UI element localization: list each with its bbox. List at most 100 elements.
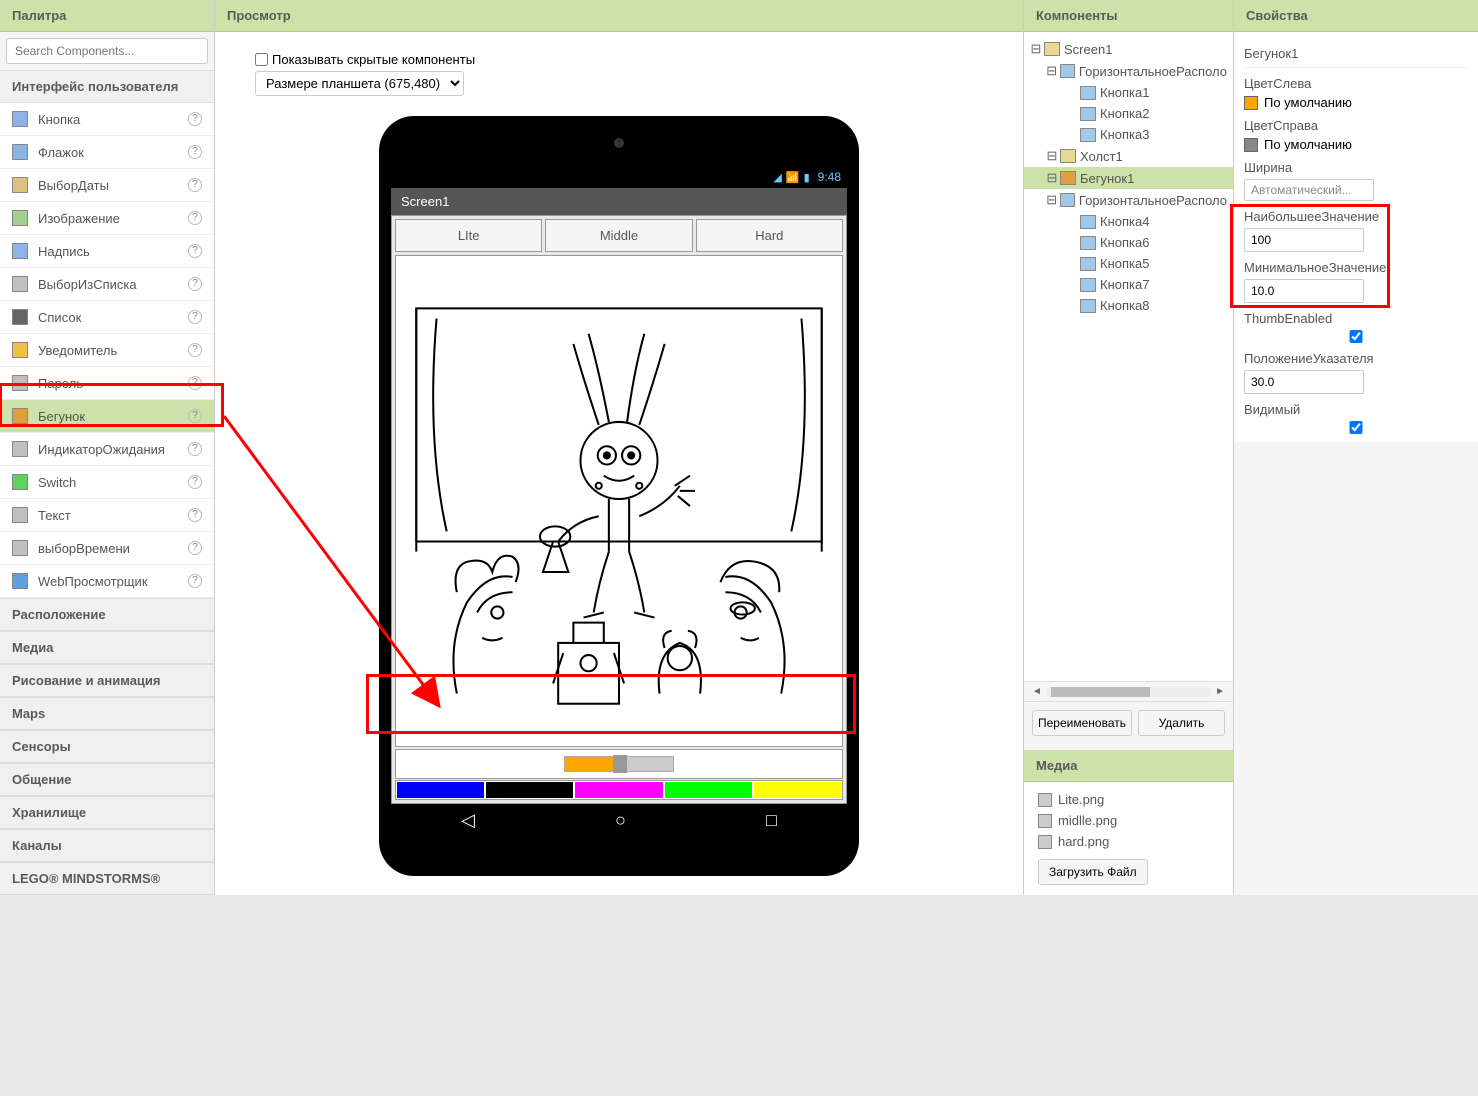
help-icon[interactable]: ? [188,409,202,423]
visible-checkbox[interactable] [1244,421,1468,434]
palette-item-ВыборДаты[interactable]: ВыборДаты? [0,169,214,202]
home-icon[interactable]: ○ [615,810,626,831]
category-Каналы[interactable]: Каналы [0,829,214,862]
help-icon[interactable]: ? [188,277,202,291]
help-icon[interactable]: ? [188,442,202,456]
palette-item-label: Текст [38,508,188,523]
color-button[interactable] [664,781,753,799]
palette-item-Надпись[interactable]: Надпись? [0,235,214,268]
tree-item-Кнопка6[interactable]: Кнопка6 [1024,232,1233,253]
tree-toggle-icon[interactable]: ⊟ [1030,41,1042,57]
thumb-enabled-checkbox[interactable] [1244,330,1468,343]
help-icon[interactable]: ? [188,244,202,258]
horizontal-scrollbar[interactable]: ◄ ► [1024,681,1233,701]
ui-category-header[interactable]: Интерфейс пользователя [0,70,214,103]
category-Медиа[interactable]: Медиа [0,631,214,664]
palette-item-Изображение[interactable]: Изображение? [0,202,214,235]
color-right-picker[interactable]: По умолчанию [1244,137,1468,152]
tree-item-Кнопка2[interactable]: Кнопка2 [1024,103,1233,124]
tree-item-ГоризонтальноеРасполо[interactable]: ⊟ГоризонтальноеРасполо [1024,189,1233,211]
help-icon[interactable]: ? [188,376,202,390]
tree-item-Холст1[interactable]: ⊟Холст1 [1024,145,1233,167]
show-hidden-checkbox[interactable] [255,53,268,66]
tree-item-Бегунок1[interactable]: ⊟Бегунок1 [1024,167,1233,189]
palette-item-WebПросмотрщик[interactable]: WebПросмотрщик? [0,565,214,598]
thumb-position-input[interactable] [1244,370,1364,394]
media-file-Lite.png[interactable]: Lite.png [1038,792,1219,807]
help-icon[interactable]: ? [188,475,202,489]
color-button[interactable] [753,781,842,799]
help-icon[interactable]: ? [188,211,202,225]
upload-file-button[interactable]: Загрузить Файл [1038,859,1148,885]
component-type-icon [1080,86,1096,100]
category-Maps[interactable]: Maps [0,697,214,730]
delete-button[interactable]: Удалить [1138,710,1225,736]
palette-item-Switch[interactable]: Switch? [0,466,214,499]
help-icon[interactable]: ? [188,574,202,588]
palette-item-label: Уведомитель [38,343,188,358]
tree-item-Кнопка8[interactable]: Кнопка8 [1024,295,1233,316]
help-icon[interactable]: ? [188,178,202,192]
tree-toggle-icon[interactable]: ⊟ [1046,148,1058,164]
color-button[interactable] [396,781,485,799]
help-icon[interactable]: ? [188,112,202,126]
tree-item-Кнопка1[interactable]: Кнопка1 [1024,82,1233,103]
search-input[interactable] [6,38,208,64]
battery-icon: ▮ [804,171,810,184]
tab-Hard[interactable]: Hard [696,219,843,252]
color-button[interactable] [485,781,574,799]
category-Общение[interactable]: Общение [0,763,214,796]
tree-item-Кнопка7[interactable]: Кнопка7 [1024,274,1233,295]
palette-item-ИндикаторОжидания[interactable]: ИндикаторОжидания? [0,433,214,466]
category-Сенсоры[interactable]: Сенсоры [0,730,214,763]
tree-item-ГоризонтальноеРасполо[interactable]: ⊟ГоризонтальноеРасполо [1024,60,1233,82]
tab-Middle[interactable]: Middle [545,219,692,252]
help-icon[interactable]: ? [188,145,202,159]
min-value-input[interactable] [1244,279,1364,303]
tree-toggle-icon[interactable]: ⊟ [1046,170,1058,186]
image-file-icon [1038,814,1052,828]
color-left-picker[interactable]: По умолчанию [1244,95,1468,110]
tree-item-Кнопка5[interactable]: Кнопка5 [1024,253,1233,274]
media-file-hard.png[interactable]: hard.png [1038,834,1219,849]
back-icon[interactable]: ◁ [461,810,475,831]
category-LEGO® MINDSTORMS®[interactable]: LEGO® MINDSTORMS® [0,862,214,895]
tree-item-Кнопка4[interactable]: Кнопка4 [1024,211,1233,232]
slider-component[interactable] [564,756,674,772]
recent-icon[interactable]: □ [766,810,777,831]
color-button[interactable] [574,781,663,799]
palette-item-Пароль[interactable]: Пароль? [0,367,214,400]
tree-item-Screen1[interactable]: ⊟Screen1 [1024,38,1233,60]
palette-item-ВыборИзСписка[interactable]: ВыборИзСписка? [0,268,214,301]
palette-item-Флажок[interactable]: Флажок? [0,136,214,169]
max-value-input[interactable] [1244,228,1364,252]
tree-toggle-icon[interactable]: ⊟ [1046,63,1058,79]
palette-item-Текст[interactable]: Текст? [0,499,214,532]
help-icon[interactable]: ? [188,310,202,324]
canvas-area[interactable] [395,255,843,747]
scroll-left-icon[interactable]: ◄ [1032,686,1042,697]
tab-LIte[interactable]: LIte [395,219,542,252]
width-select[interactable]: Автоматический... [1244,179,1374,201]
palette-item-Уведомитель[interactable]: Уведомитель? [0,334,214,367]
component-icon [12,276,28,292]
palette-item-Список[interactable]: Список? [0,301,214,334]
help-icon[interactable]: ? [188,343,202,357]
size-select[interactable]: Размере планшета (675,480) [255,71,464,96]
palette-item-Кнопка[interactable]: Кнопка? [0,103,214,136]
component-icon [12,309,28,325]
palette-item-Бегунок[interactable]: Бегунок? [0,400,214,433]
color-right-label: ЦветСправа [1244,118,1468,133]
scroll-right-icon[interactable]: ► [1215,686,1225,697]
help-icon[interactable]: ? [188,508,202,522]
palette-item-выборВремени[interactable]: выборВремени? [0,532,214,565]
category-Хранилище[interactable]: Хранилище [0,796,214,829]
media-file-midlle.png[interactable]: midlle.png [1038,813,1219,828]
category-Расположение[interactable]: Расположение [0,598,214,631]
tree-item-label: Кнопка4 [1100,214,1149,229]
category-Рисование и анимация[interactable]: Рисование и анимация [0,664,214,697]
rename-button[interactable]: Переименовать [1032,710,1132,736]
tree-item-Кнопка3[interactable]: Кнопка3 [1024,124,1233,145]
help-icon[interactable]: ? [188,541,202,555]
tree-toggle-icon[interactable]: ⊟ [1046,192,1058,208]
